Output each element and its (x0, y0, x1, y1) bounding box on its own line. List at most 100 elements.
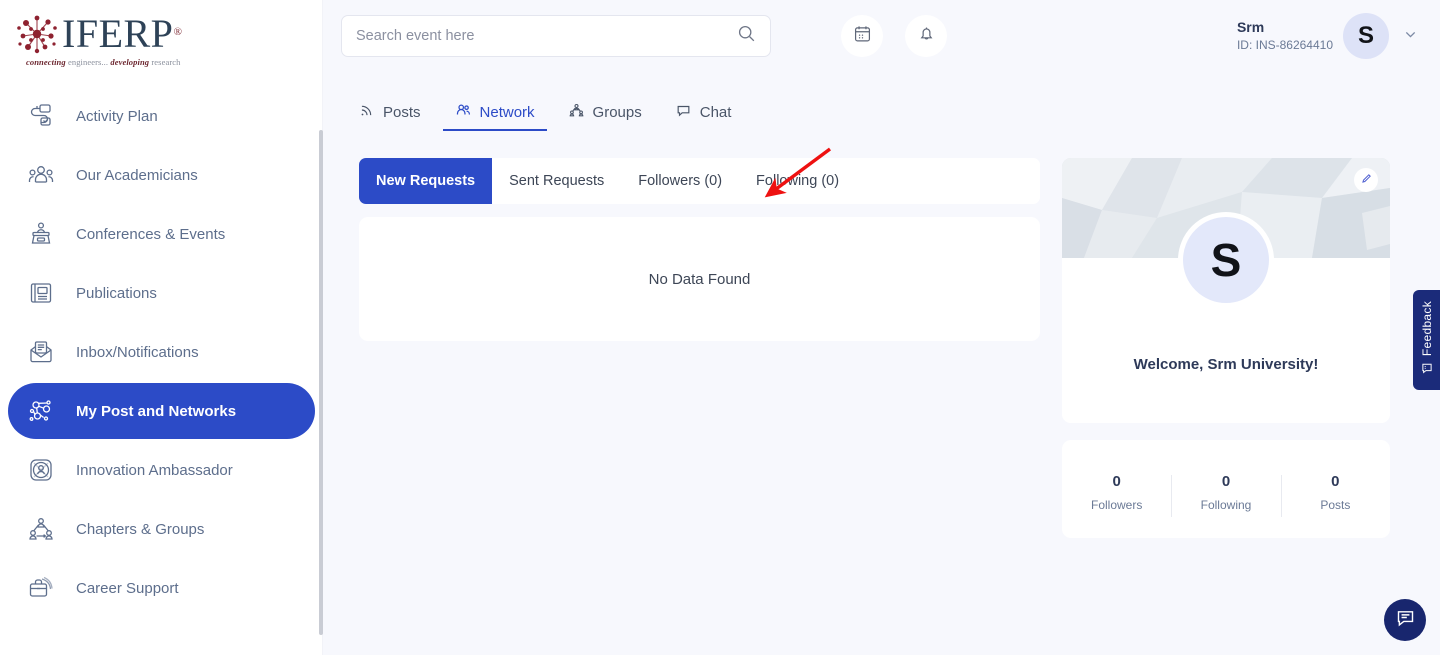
conferences-events-icon (24, 217, 58, 251)
registered-mark: ® (174, 12, 183, 52)
calendar-button[interactable] (841, 15, 883, 57)
sidebar-item-publications[interactable]: Publications (8, 265, 315, 321)
tagline-word-4: research (151, 57, 180, 67)
edit-profile-button[interactable] (1354, 168, 1378, 192)
user-info: Srm ID: INS-86264410 (1237, 18, 1333, 53)
career-support-icon (24, 571, 58, 605)
stat-value: 0 (1062, 473, 1171, 490)
empty-state-message: No Data Found (649, 271, 751, 288)
subtab-label: Sent Requests (509, 173, 604, 189)
stat-following: 0 Following (1171, 473, 1280, 512)
content-area: New Requests Sent Requests Followers (0)… (323, 131, 1440, 538)
avatar-initial: S (1358, 22, 1374, 50)
brand-tagline: connecting engineers... developing resea… (26, 57, 323, 67)
subtab-followers[interactable]: Followers (0) (621, 158, 739, 204)
sidebar-item-innovation-ambassador[interactable]: Innovation Ambassador (8, 442, 315, 498)
network-panel: New Requests Sent Requests Followers (0)… (359, 158, 1040, 538)
search-icon[interactable] (737, 24, 756, 48)
app-root: IFERP® connecting engineers... developin… (0, 0, 1440, 655)
feedback-tab[interactable]: Feedback (1413, 290, 1440, 390)
pencil-icon (1361, 171, 1372, 189)
groups-icon (569, 103, 584, 122)
stat-label: Followers (1062, 498, 1171, 512)
stat-value: 0 (1171, 473, 1280, 490)
sidebar-item-conferences-events[interactable]: Conferences & Events (8, 206, 315, 262)
tagline-word-2: engineers... (68, 57, 108, 67)
sidebar-item-label: Chapters & Groups (76, 521, 204, 538)
stat-value: 0 (1281, 473, 1390, 490)
network-subtabs: New Requests Sent Requests Followers (0)… (359, 158, 1040, 204)
tab-label: Posts (383, 104, 421, 121)
profile-card-body: S Welcome, Srm University! (1062, 258, 1390, 423)
sidebar: IFERP® connecting engineers... developin… (0, 0, 323, 655)
profile-avatar-initial: S (1211, 233, 1242, 287)
activity-plan-icon (24, 99, 58, 133)
top-header: Srm ID: INS-86264410 S (323, 0, 1440, 72)
sidebar-item-label: Publications (76, 285, 157, 302)
bell-icon (917, 24, 936, 48)
stat-label: Following (1171, 498, 1280, 512)
feedback-label: Feedback (1420, 301, 1434, 356)
subtab-label: Following (0) (756, 173, 839, 189)
sidebar-item-label: Inbox/Notifications (76, 344, 199, 361)
tab-groups[interactable]: Groups (569, 102, 642, 131)
chat-fab-button[interactable] (1384, 599, 1426, 641)
tagline-word-3: developing (110, 57, 149, 67)
sidebar-item-inbox-notifications[interactable]: Inbox/Notifications (8, 324, 315, 380)
chat-bubble-icon (1395, 607, 1416, 633)
header-action-icons (841, 15, 947, 57)
subtab-new-requests[interactable]: New Requests (359, 158, 492, 204)
profile-avatar: S (1178, 212, 1274, 308)
main-tabs: Posts Network (323, 72, 1440, 131)
user-profile-menu[interactable]: Srm ID: INS-86264410 S (1237, 13, 1422, 59)
subtab-sent-requests[interactable]: Sent Requests (492, 158, 621, 204)
sidebar-item-label: Activity Plan (76, 108, 158, 125)
tab-network[interactable]: Network (455, 102, 535, 131)
iferp-molecule-icon (14, 12, 60, 56)
brand-logo[interactable]: IFERP® connecting engineers... developin… (0, 0, 323, 72)
feedback-icon (1421, 361, 1433, 379)
stat-posts: 0 Posts (1281, 473, 1390, 512)
chevron-down-icon[interactable] (1399, 27, 1422, 46)
search-bar[interactable] (341, 15, 771, 57)
stat-followers: 0 Followers (1062, 473, 1171, 512)
brand-name-text: IFERP (62, 11, 173, 56)
search-input[interactable] (356, 28, 737, 44)
tab-label: Chat (700, 104, 732, 121)
subtab-label: New Requests (376, 173, 475, 189)
sidebar-item-chapters-groups[interactable]: Chapters & Groups (8, 501, 315, 557)
profile-card: S Welcome, Srm University! (1062, 158, 1390, 423)
notifications-button[interactable] (905, 15, 947, 57)
publications-icon (24, 276, 58, 310)
subtab-label: Followers (0) (638, 173, 722, 189)
sidebar-item-label: Innovation Ambassador (76, 462, 233, 479)
user-name: Srm (1237, 18, 1333, 37)
tab-label: Network (480, 104, 535, 121)
academicians-icon (24, 158, 58, 192)
subtab-following[interactable]: Following (0) (739, 158, 856, 204)
avatar[interactable]: S (1343, 13, 1389, 59)
tagline-word-1: connecting (26, 57, 66, 67)
empty-state-card: No Data Found (359, 217, 1040, 341)
sidebar-nav: Activity Plan Our Academicians (0, 88, 323, 616)
main-area: Srm ID: INS-86264410 S (323, 0, 1440, 655)
sidebar-item-label: Conferences & Events (76, 226, 225, 243)
stat-label: Posts (1281, 498, 1390, 512)
tab-chat[interactable]: Chat (676, 102, 732, 131)
sidebar-item-career-support[interactable]: Career Support (8, 560, 315, 616)
people-icon (455, 102, 471, 122)
inbox-notifications-icon (24, 335, 58, 369)
chapters-groups-icon (24, 512, 58, 546)
sidebar-item-label: My Post and Networks (76, 403, 236, 420)
chat-icon (676, 103, 691, 122)
right-rail: S Welcome, Srm University! 0 Followers 0… (1062, 158, 1390, 538)
sidebar-item-label: Career Support (76, 580, 179, 597)
sidebar-item-our-academicians[interactable]: Our Academicians (8, 147, 315, 203)
tab-posts[interactable]: Posts (359, 102, 421, 131)
rss-icon (359, 103, 374, 122)
stats-card: 0 Followers 0 Following 0 Posts (1062, 440, 1390, 538)
brand-name: IFERP® (62, 14, 173, 54)
sidebar-item-activity-plan[interactable]: Activity Plan (8, 88, 315, 144)
sidebar-item-my-post-and-networks[interactable]: My Post and Networks (8, 383, 315, 439)
calendar-icon (853, 24, 872, 48)
